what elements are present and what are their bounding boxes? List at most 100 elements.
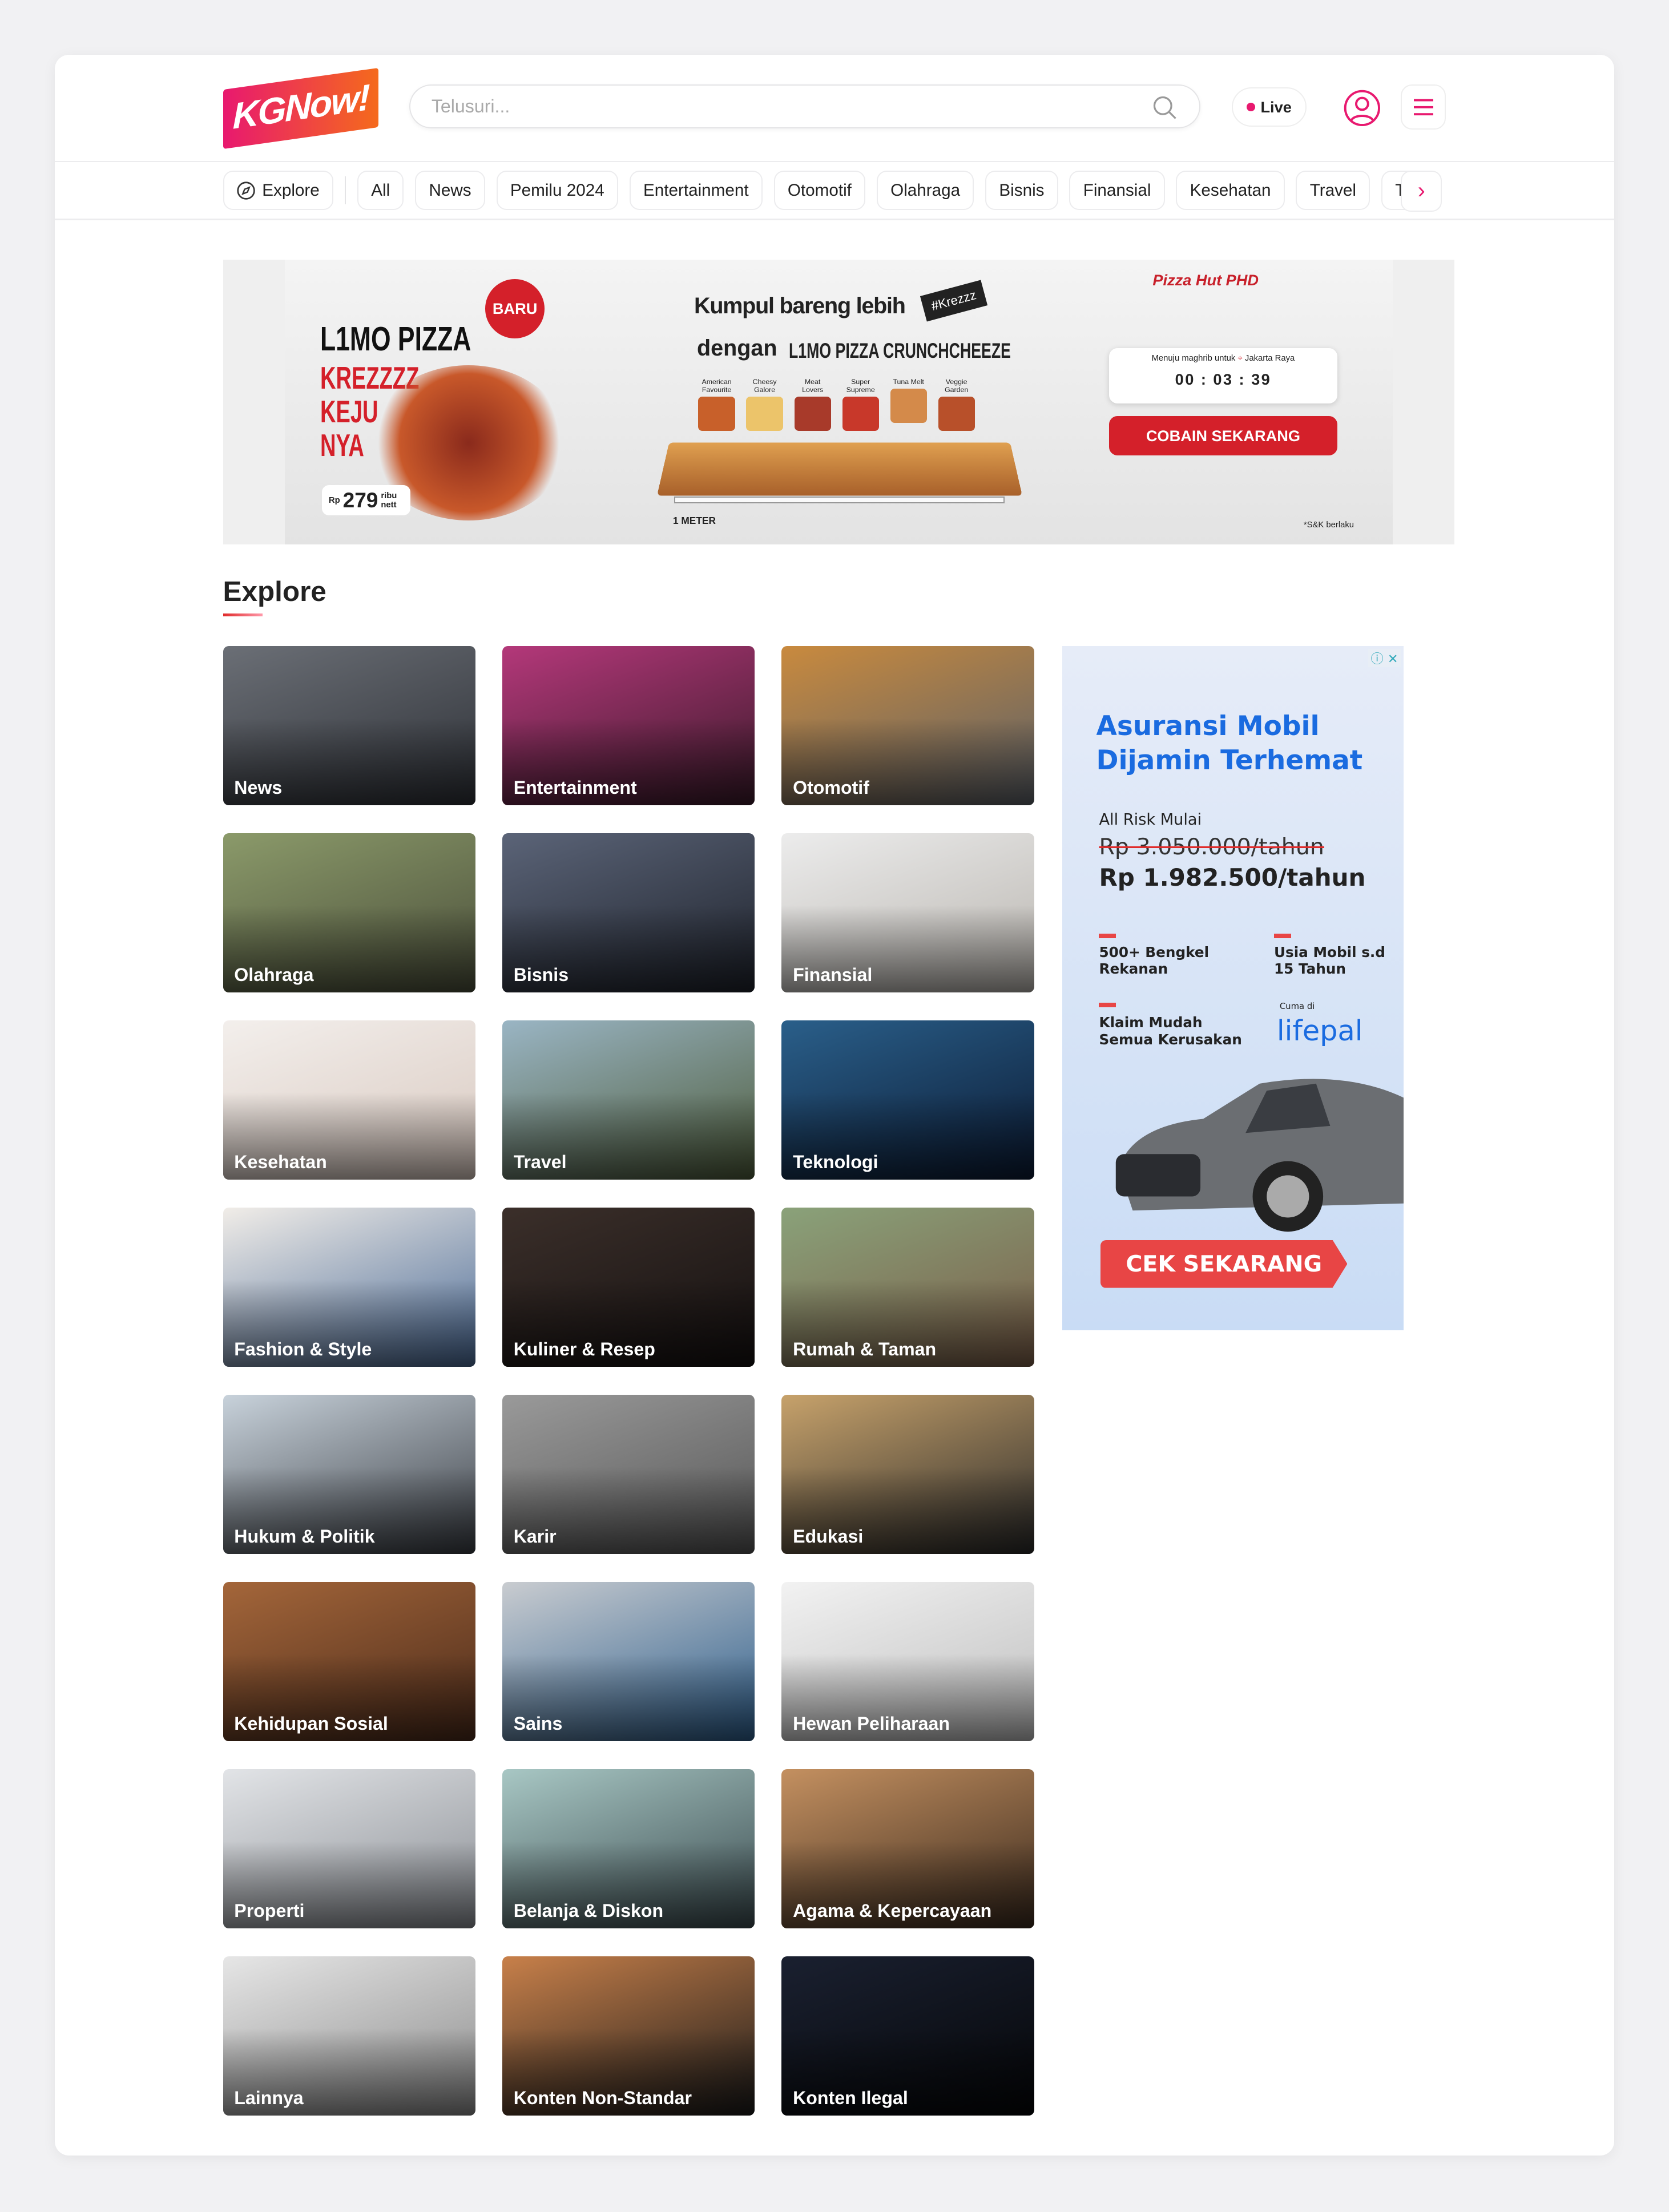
category-chip-otomotif[interactable]: Otomotif <box>773 171 866 211</box>
explore-tile-hewan-peliharaan[interactable]: Hewan Peliharaan <box>781 1582 1034 1742</box>
flavor-label: Super Supreme <box>846 378 875 394</box>
explore-tile-kuliner-resep[interactable]: Kuliner & Resep <box>502 1208 755 1367</box>
category-chip-finansial[interactable]: Finansial <box>1069 171 1165 211</box>
tile-label: Entertainment <box>513 777 637 798</box>
divider <box>55 160 1614 163</box>
banner-left-title: L1MO PIZZA <box>320 319 471 358</box>
explore-tile-travel[interactable]: Travel <box>502 1020 755 1180</box>
ad-old-price: Rp 3.050.000/tahun <box>1099 833 1324 860</box>
user-profile-icon[interactable] <box>1343 89 1381 127</box>
divider <box>55 219 1614 220</box>
flavor-label: American Favourite <box>702 378 732 394</box>
search-icon[interactable] <box>1153 96 1177 120</box>
tile-label: Kuliner & Resep <box>513 1338 655 1359</box>
explore-tile-karir[interactable]: Karir <box>502 1395 755 1555</box>
lifepal-side-ad[interactable]: ⓘ ✕ Asuransi Mobil Dijamin Terhemat All … <box>1062 646 1404 1330</box>
ad-feature: Usia Mobil s.d 15 Tahun <box>1273 943 1385 978</box>
hamburger-icon <box>1413 99 1434 116</box>
banner-measure: 1 METER <box>672 515 716 527</box>
search-bar[interactable] <box>409 84 1201 128</box>
explore-tile-properti[interactable]: Properti <box>223 1769 475 1929</box>
explore-tile-entertainment[interactable]: Entertainment <box>502 646 755 806</box>
tile-label: Konten Ilegal <box>793 2087 908 2108</box>
explore-tile-rumah-taman[interactable]: Rumah & Taman <box>781 1208 1034 1367</box>
tile-label: Rumah & Taman <box>793 1338 937 1359</box>
countdown-timer: 00 : 03 : 39 <box>1175 370 1272 388</box>
banner-hashtag: #Krezzz <box>920 280 988 322</box>
countdown-label: Menuju maghrib untuk <box>1151 354 1236 364</box>
flavor-label: Tuna Melt <box>893 378 924 386</box>
banner-image: L1MO PIZZA KREZZZZ KEJU NYA BARU Rp 279 … <box>285 259 1393 545</box>
pizza-board-image <box>656 442 1022 496</box>
explore-tile-bisnis[interactable]: Bisnis <box>502 833 755 993</box>
explore-tile-kesehatan[interactable]: Kesehatan <box>223 1020 475 1180</box>
explore-tile-fashion-style[interactable]: Fashion & Style <box>223 1208 475 1367</box>
cobain-sekarang-button[interactable]: COBAIN SEKARANG <box>1108 416 1338 456</box>
live-button[interactable]: Live <box>1231 87 1307 127</box>
explore-tile-agama-kepercayaan[interactable]: Agama & Kepercayaan <box>781 1769 1034 1929</box>
category-chip-kesehatan[interactable]: Kesehatan <box>1176 171 1285 211</box>
tile-label: Sains <box>513 1713 563 1734</box>
category-chip-all[interactable]: All <box>357 171 404 211</box>
lifepal-logo: lifepal <box>1276 1014 1363 1048</box>
cek-sekarang-button[interactable]: CEK SEKARANG <box>1100 1240 1348 1288</box>
ad-feature: Klaim Mudah Semua Kerusakan <box>1099 1014 1242 1048</box>
pizza-hut-banner-ad[interactable]: L1MO PIZZA KREZZZZ KEJU NYA BARU Rp 279 … <box>223 259 1455 545</box>
ad-info-close-icon[interactable]: ⓘ ✕ <box>1368 648 1401 667</box>
explore-tile-olahraga[interactable]: Olahraga <box>223 833 475 993</box>
tile-label: Konten Non-Standar <box>513 2087 692 2108</box>
tile-label: Edukasi <box>793 1525 864 1547</box>
tile-label: Lainnya <box>234 2087 304 2108</box>
flavor-list: American Favourite Cheesy Galore Meat Lo… <box>698 378 975 431</box>
location-pin-icon: ⌖ <box>1237 354 1243 364</box>
countdown-location: Jakarta Raya <box>1244 354 1295 364</box>
category-chip-pemilu-2024[interactable]: Pemilu 2024 <box>496 171 618 211</box>
chevron-right-icon: › <box>1417 178 1425 204</box>
explore-tile-finansial[interactable]: Finansial <box>781 833 1034 993</box>
flavor-label: Veggie Garden <box>945 378 969 394</box>
explore-tile-lainnya[interactable]: Lainnya <box>223 1956 475 2116</box>
explore-tile-teknologi[interactable]: Teknologi <box>781 1020 1034 1180</box>
tile-label: Agama & Kepercayaan <box>793 1900 992 1921</box>
live-dot-icon <box>1246 103 1255 112</box>
chip-separator <box>344 176 346 205</box>
category-chip-entertainment[interactable]: Entertainment <box>629 171 763 211</box>
ad-title-line-2: Dijamin Terhemat <box>1096 744 1363 776</box>
ruler-image <box>674 497 1005 504</box>
tile-label: Kehidupan Sosial <box>234 1713 388 1734</box>
price-unit: ribu nett <box>381 491 397 510</box>
tile-label: Otomotif <box>793 777 869 798</box>
tile-label: Travel <box>513 1151 567 1172</box>
explore-tile-news[interactable]: News <box>223 646 475 806</box>
explore-tile-konten-non-standar[interactable]: Konten Non-Standar <box>502 1956 755 2116</box>
explore-tile-konten-ilegal[interactable]: Konten Ilegal <box>781 1956 1034 2116</box>
scroll-right-button[interactable]: › <box>1401 171 1442 212</box>
category-chip-olahraga[interactable]: Olahraga <box>876 171 974 211</box>
price-value: 279 <box>342 488 378 512</box>
explore-tile-sains[interactable]: Sains <box>502 1582 755 1742</box>
category-chip-bisnis[interactable]: Bisnis <box>985 171 1058 211</box>
search-input[interactable] <box>431 86 1137 127</box>
explore-tile-belanja-diskon[interactable]: Belanja & Diskon <box>502 1769 755 1929</box>
tile-label: Hewan Peliharaan <box>793 1713 950 1734</box>
tile-label: Hukum & Politik <box>234 1525 375 1547</box>
heading-underline <box>223 613 263 617</box>
explore-tile-hukum-politik[interactable]: Hukum & Politik <box>223 1395 475 1555</box>
explore-tile-kehidupan-sosial[interactable]: Kehidupan Sosial <box>223 1582 475 1742</box>
category-chip-travel[interactable]: Travel <box>1296 171 1370 211</box>
tile-label: Finansial <box>793 964 873 985</box>
flavor-label: Cheesy Galore <box>752 378 777 394</box>
explore-tile-edukasi[interactable]: Edukasi <box>781 1395 1034 1555</box>
live-label: Live <box>1260 98 1292 116</box>
category-chip-news[interactable]: News <box>415 171 485 211</box>
tile-label: Properti <box>234 1900 305 1921</box>
category-nav: Explore All News Pemilu 2024 Entertainme… <box>223 171 1442 212</box>
banner-headline-2: dengan <box>697 336 777 361</box>
explore-chip[interactable]: Explore <box>223 171 334 211</box>
pizza-hut-logo: Pizza Hut PHD <box>1152 271 1259 289</box>
explore-tile-otomotif[interactable]: Otomotif <box>781 646 1034 806</box>
ad-only-at: Cuma di <box>1279 1001 1315 1011</box>
menu-button[interactable] <box>1401 84 1446 130</box>
ad-lead: All Risk Mulai <box>1099 811 1202 829</box>
ad-feature: 500+ Bengkel Rekanan <box>1099 943 1210 978</box>
